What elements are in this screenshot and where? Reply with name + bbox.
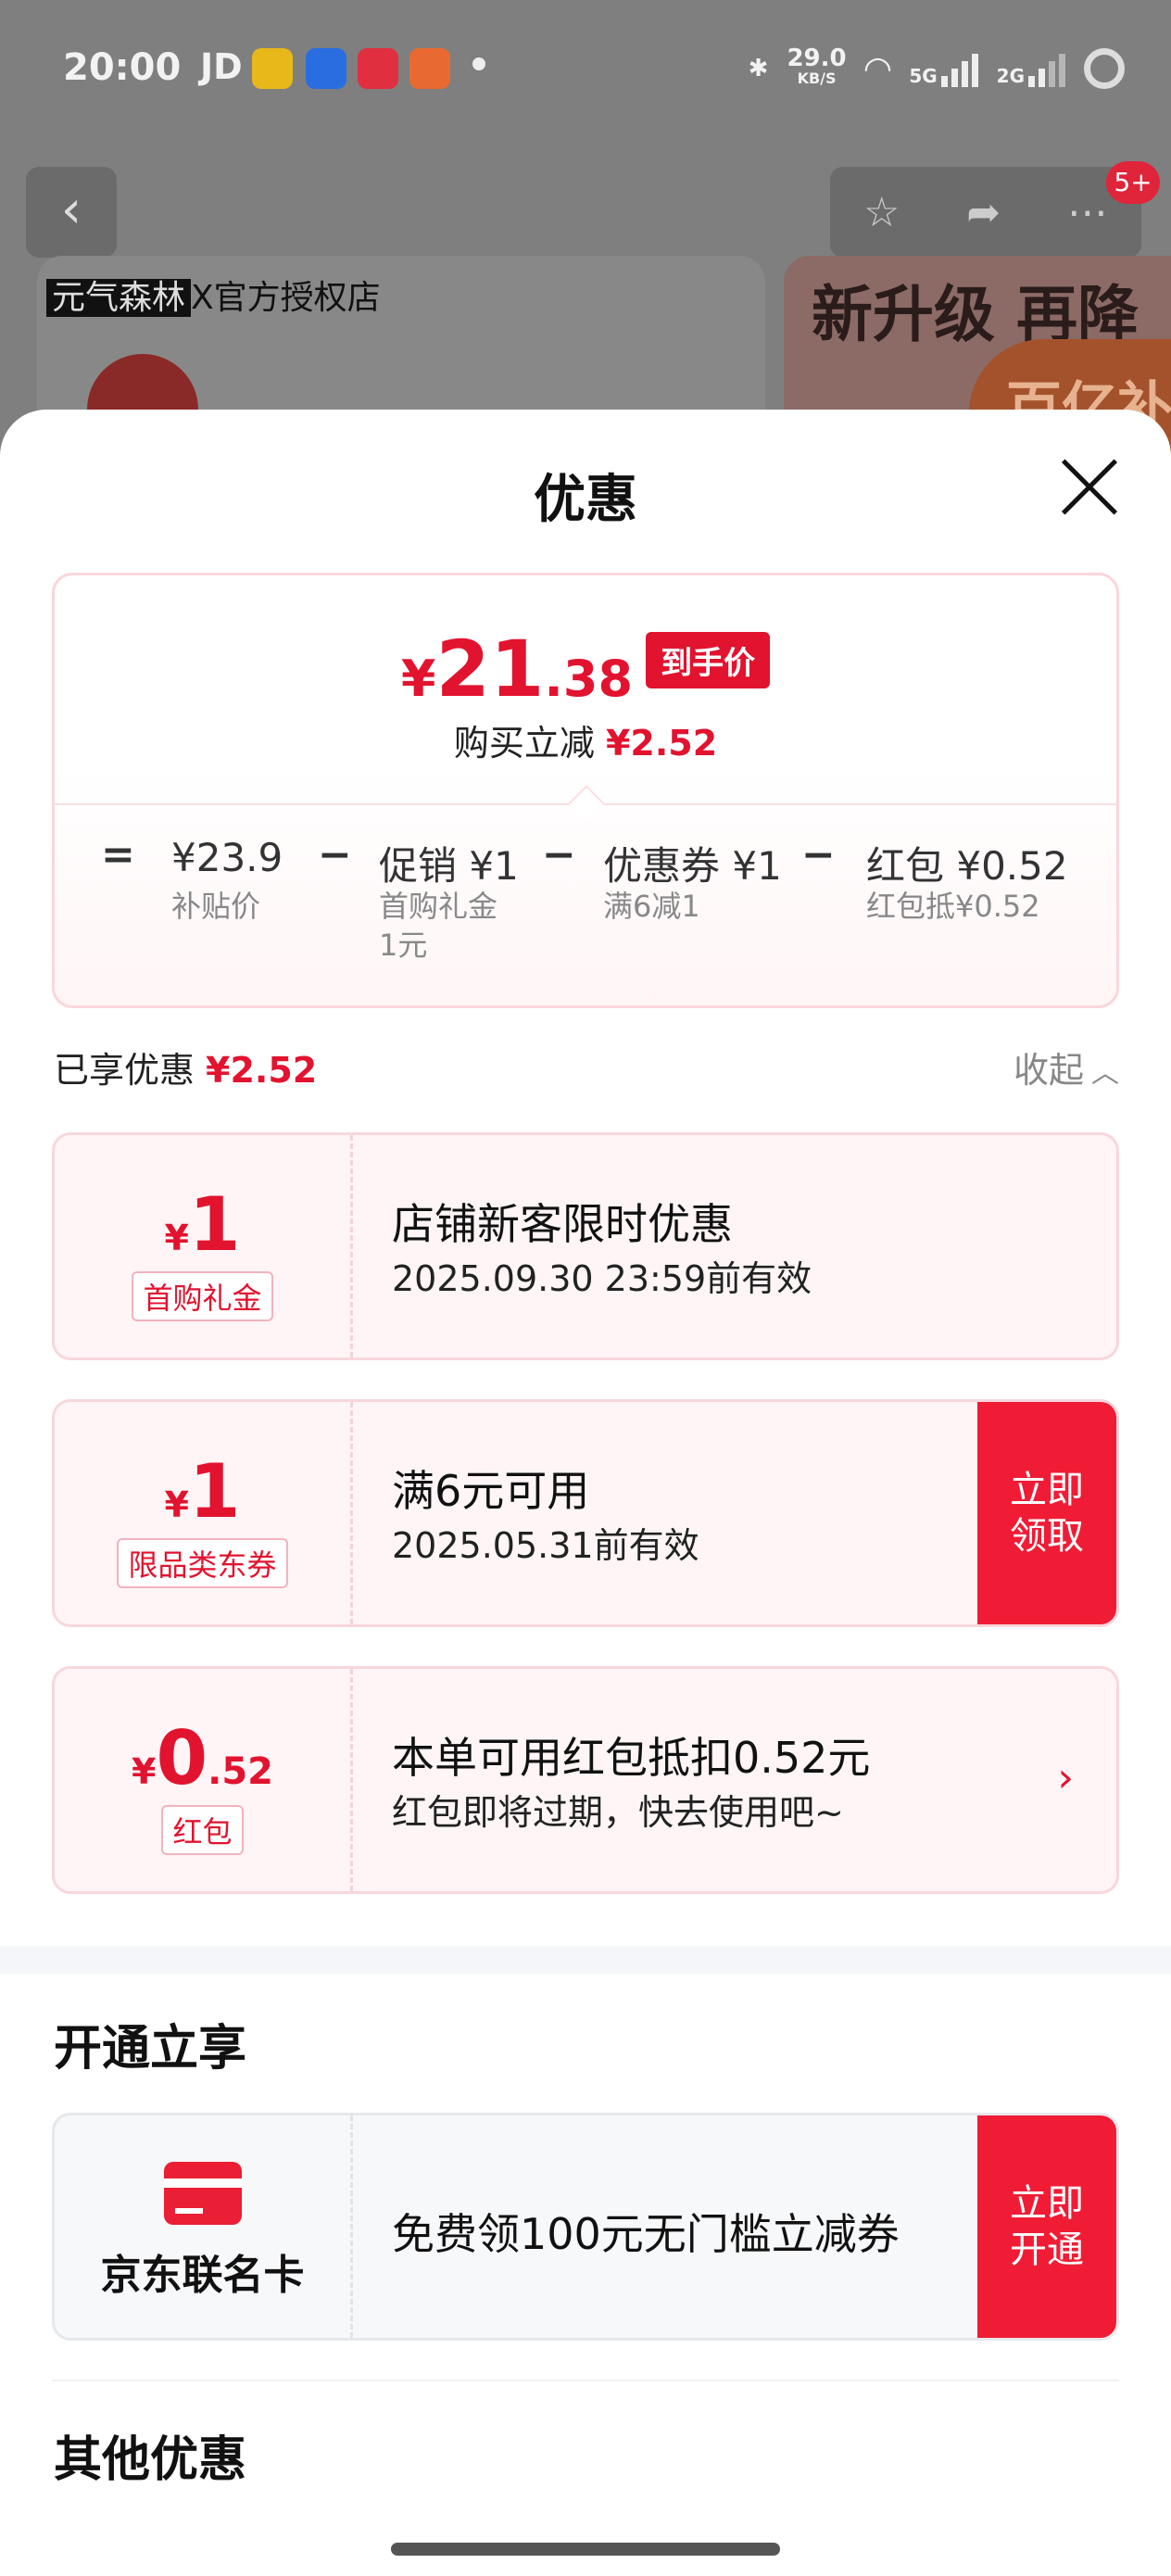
chevron-up-icon: ︿ [1091, 1057, 1119, 1090]
top-action-group: ☆ ➦ ⋯ [830, 167, 1141, 258]
home-indicator[interactable] [0, 2522, 1171, 2576]
divider-notch [568, 785, 605, 822]
equals-operator: = [101, 831, 135, 878]
status-time: 20:00 [63, 46, 182, 89]
coupon-title: 满6元可用 [392, 1466, 590, 1516]
breakdown-base-label: 补贴价 [171, 889, 261, 924]
network-speed: 29.0 KB/S [787, 44, 847, 87]
wifi-icon: ◠ [864, 49, 891, 88]
app-notification-icon [252, 48, 293, 89]
cobrand-card-offer: 京东联名卡 免费领100元无门槛立减券 立即 开通 [52, 2113, 1119, 2341]
more-notifications-icon [472, 57, 485, 70]
discount-sheet: 优惠 ¥21.38 到手价 购买立减 ¥2.52 = ¥23.9 补贴价 − 促销… [0, 410, 1171, 2522]
open-section-title: 开通立享 [54, 2021, 247, 2077]
coupon-title: 本单可用红包抵扣0.52元 [392, 1733, 871, 1783]
bluetooth-icon: ✱ [748, 55, 769, 82]
coupon-title: 店铺新客限时优惠 [392, 1199, 733, 1249]
sim1-signal: 5G [909, 50, 978, 87]
back-button[interactable]: ‹ [26, 167, 117, 258]
other-section-title: 其他优惠 [54, 2432, 247, 2488]
chevron-right-icon[interactable]: › [1057, 1754, 1074, 1801]
breakdown-redpacket-label: 红包抵¥0.52 [866, 889, 1040, 924]
claim-coupon-button[interactable]: 立即 领取 [977, 1402, 1116, 1624]
coupon-card: ¥1 首购礼金 店铺新客限时优惠 2025.09.30 23:59前有效 [52, 1132, 1119, 1360]
enjoyed-discount: 已享优惠 ¥2.52 [54, 1050, 318, 1091]
coupon-validity: 2025.09.30 23:59前有效 [392, 1258, 812, 1299]
breakdown-promo-label: 首购礼金 1元 [379, 889, 498, 963]
breakdown-promo: 促销 ¥1 [379, 843, 519, 889]
shop-name: 元气森林 X官方授权店 [46, 271, 381, 319]
music-notification-icon [358, 48, 398, 89]
status-carrier: JD [200, 46, 243, 87]
minus-operator: − [801, 831, 836, 878]
sim2-signal: 2G [997, 50, 1065, 87]
share-icon[interactable]: ➦ [966, 189, 1001, 236]
breakdown-base-price: ¥23.9 [171, 835, 283, 880]
price-summary-card: ¥21.38 到手价 购买立减 ¥2.52 = ¥23.9 补贴价 − 促销 ¥1… [52, 573, 1119, 1008]
status-bar: 20:00 JD ✱ 29.0 KB/S ◠ 5G 2G [0, 0, 1171, 139]
final-price-tag: 到手价 [646, 632, 771, 688]
sheet-title: 优惠 [534, 470, 637, 530]
mail-notification-icon [306, 48, 346, 89]
breakdown-redpacket: 红包 ¥0.52 [866, 843, 1068, 889]
favorite-icon[interactable]: ☆ [863, 189, 900, 236]
minus-operator: − [318, 831, 352, 878]
section-divider [0, 1946, 1171, 1974]
coupon-type-label: 限品类东券 [117, 1538, 288, 1588]
instant-discount: 购买立减 ¥2.52 [453, 723, 718, 764]
notification-badge: 5+ [1106, 161, 1160, 204]
coupon-amount: ¥1 首购礼金 [55, 1135, 353, 1357]
coupon-validity: 红包即将过期，快去使用吧~ [392, 1792, 844, 1833]
coupon-type-label: 首购礼金 [132, 1271, 273, 1321]
battery-icon [1084, 48, 1125, 89]
close-icon[interactable] [1060, 458, 1119, 517]
redpacket-card[interactable]: ¥0.52 红包 本单可用红包抵扣0.52元 红包即将过期，快去使用吧~ › [52, 1666, 1119, 1894]
minus-operator: − [542, 831, 576, 878]
coupon-amount: ¥0.52 红包 [55, 1669, 353, 1891]
open-card-button[interactable]: 立即 开通 [977, 2115, 1116, 2338]
shop-notification-icon [409, 48, 450, 89]
more-icon[interactable]: ⋯ [1067, 189, 1108, 236]
breakdown-coupon-label: 满6减1 [603, 889, 700, 924]
coupon-amount: ¥1 限品类东券 [55, 1402, 353, 1624]
coupon-validity: 2025.05.31前有效 [392, 1525, 699, 1566]
cobrand-card-brand: 京东联名卡 [55, 2115, 353, 2338]
credit-card-icon [163, 2162, 242, 2225]
coupon-card: ¥1 限品类东券 满6元可用 2025.05.31前有效 立即 领取 [52, 1399, 1119, 1627]
collapse-toggle[interactable]: 收起 ︿ [1014, 1042, 1119, 1092]
final-price: ¥21.38 到手价 [55, 624, 1116, 714]
cobrand-card-name: 京东联名卡 [100, 2252, 305, 2299]
divider [52, 2380, 1119, 2381]
breakdown-coupon: 优惠券 ¥1 [603, 843, 782, 889]
coupon-type-label: 红包 [161, 1805, 244, 1855]
cobrand-card-desc: 免费领100元无门槛立减券 [392, 2209, 900, 2259]
